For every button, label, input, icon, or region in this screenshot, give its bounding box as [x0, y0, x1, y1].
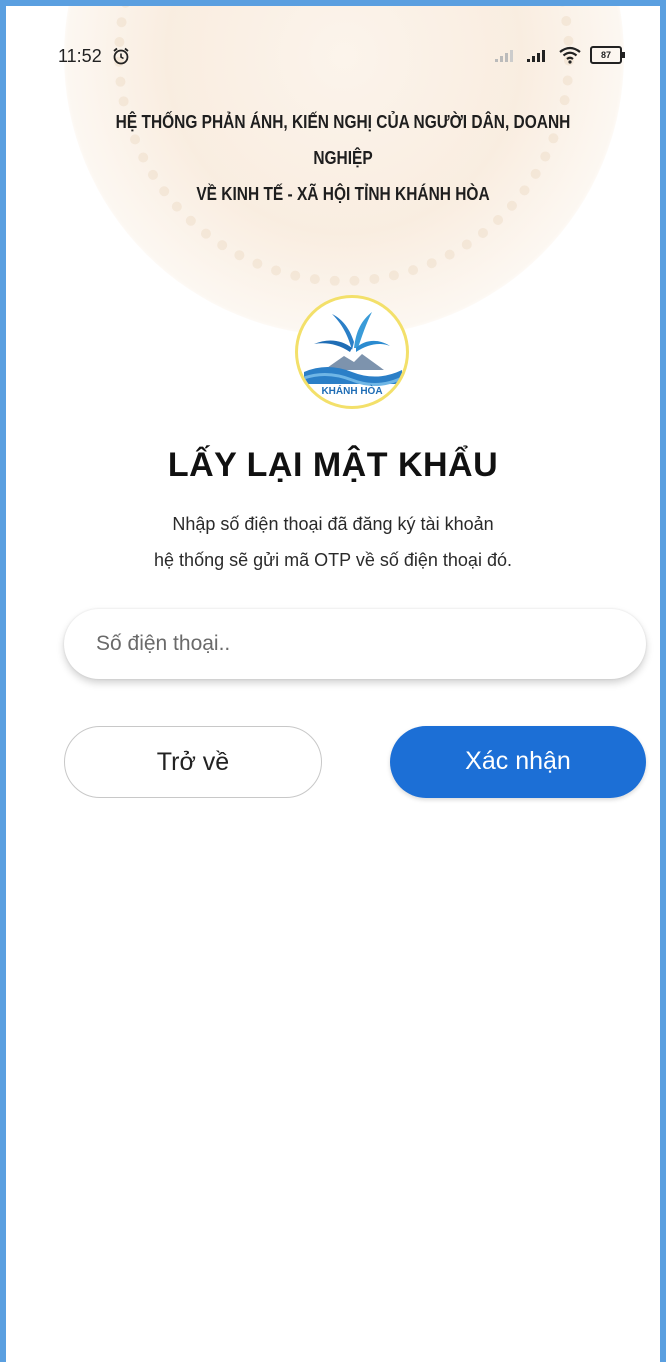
system-title-line2: VỀ KINH TẾ - XÃ HỘI TỈNH KHÁNH HÒA: [196, 184, 490, 204]
khanh-hoa-logo: KHÁNH HÒA: [295, 295, 409, 409]
signal-icon-2: [527, 50, 546, 62]
logo-text: KHÁNH HÒA: [321, 384, 382, 397]
battery-icon: 87: [590, 46, 625, 64]
signal-icon: [494, 50, 513, 62]
alarm-icon: [113, 47, 129, 65]
status-time: 11:52: [58, 46, 102, 66]
confirm-button[interactable]: Xác nhận: [390, 726, 646, 798]
back-button[interactable]: Trở về: [64, 726, 322, 798]
status-bar: 11:52 87: [6, 42, 660, 72]
system-title: HỆ THỐNG PHẢN ÁNH, KIẾN NGHỊ CỦA NGƯỜI D…: [88, 104, 599, 212]
status-icons: 87: [493, 46, 625, 68]
phone-number-input[interactable]: [64, 609, 646, 679]
instruction-line-2: hệ thống sẽ gửi mã OTP về số điện thoại …: [154, 550, 512, 570]
page-title: LẤY LẠI MẬT KHẨU: [167, 446, 499, 484]
wifi-icon: [558, 46, 581, 64]
system-title-line1: HỆ THỐNG PHẢN ÁNH, KIẾN NGHỊ CỦA NGƯỜI D…: [115, 112, 571, 168]
instruction-line-1: Nhập số điện thoại đã đăng ký tài khoản: [172, 514, 494, 534]
app-screen: 11:52 87 HỆ THỐNG PHẢN ÁNH, KIẾN NGHỊ CỦ…: [0, 0, 666, 1362]
